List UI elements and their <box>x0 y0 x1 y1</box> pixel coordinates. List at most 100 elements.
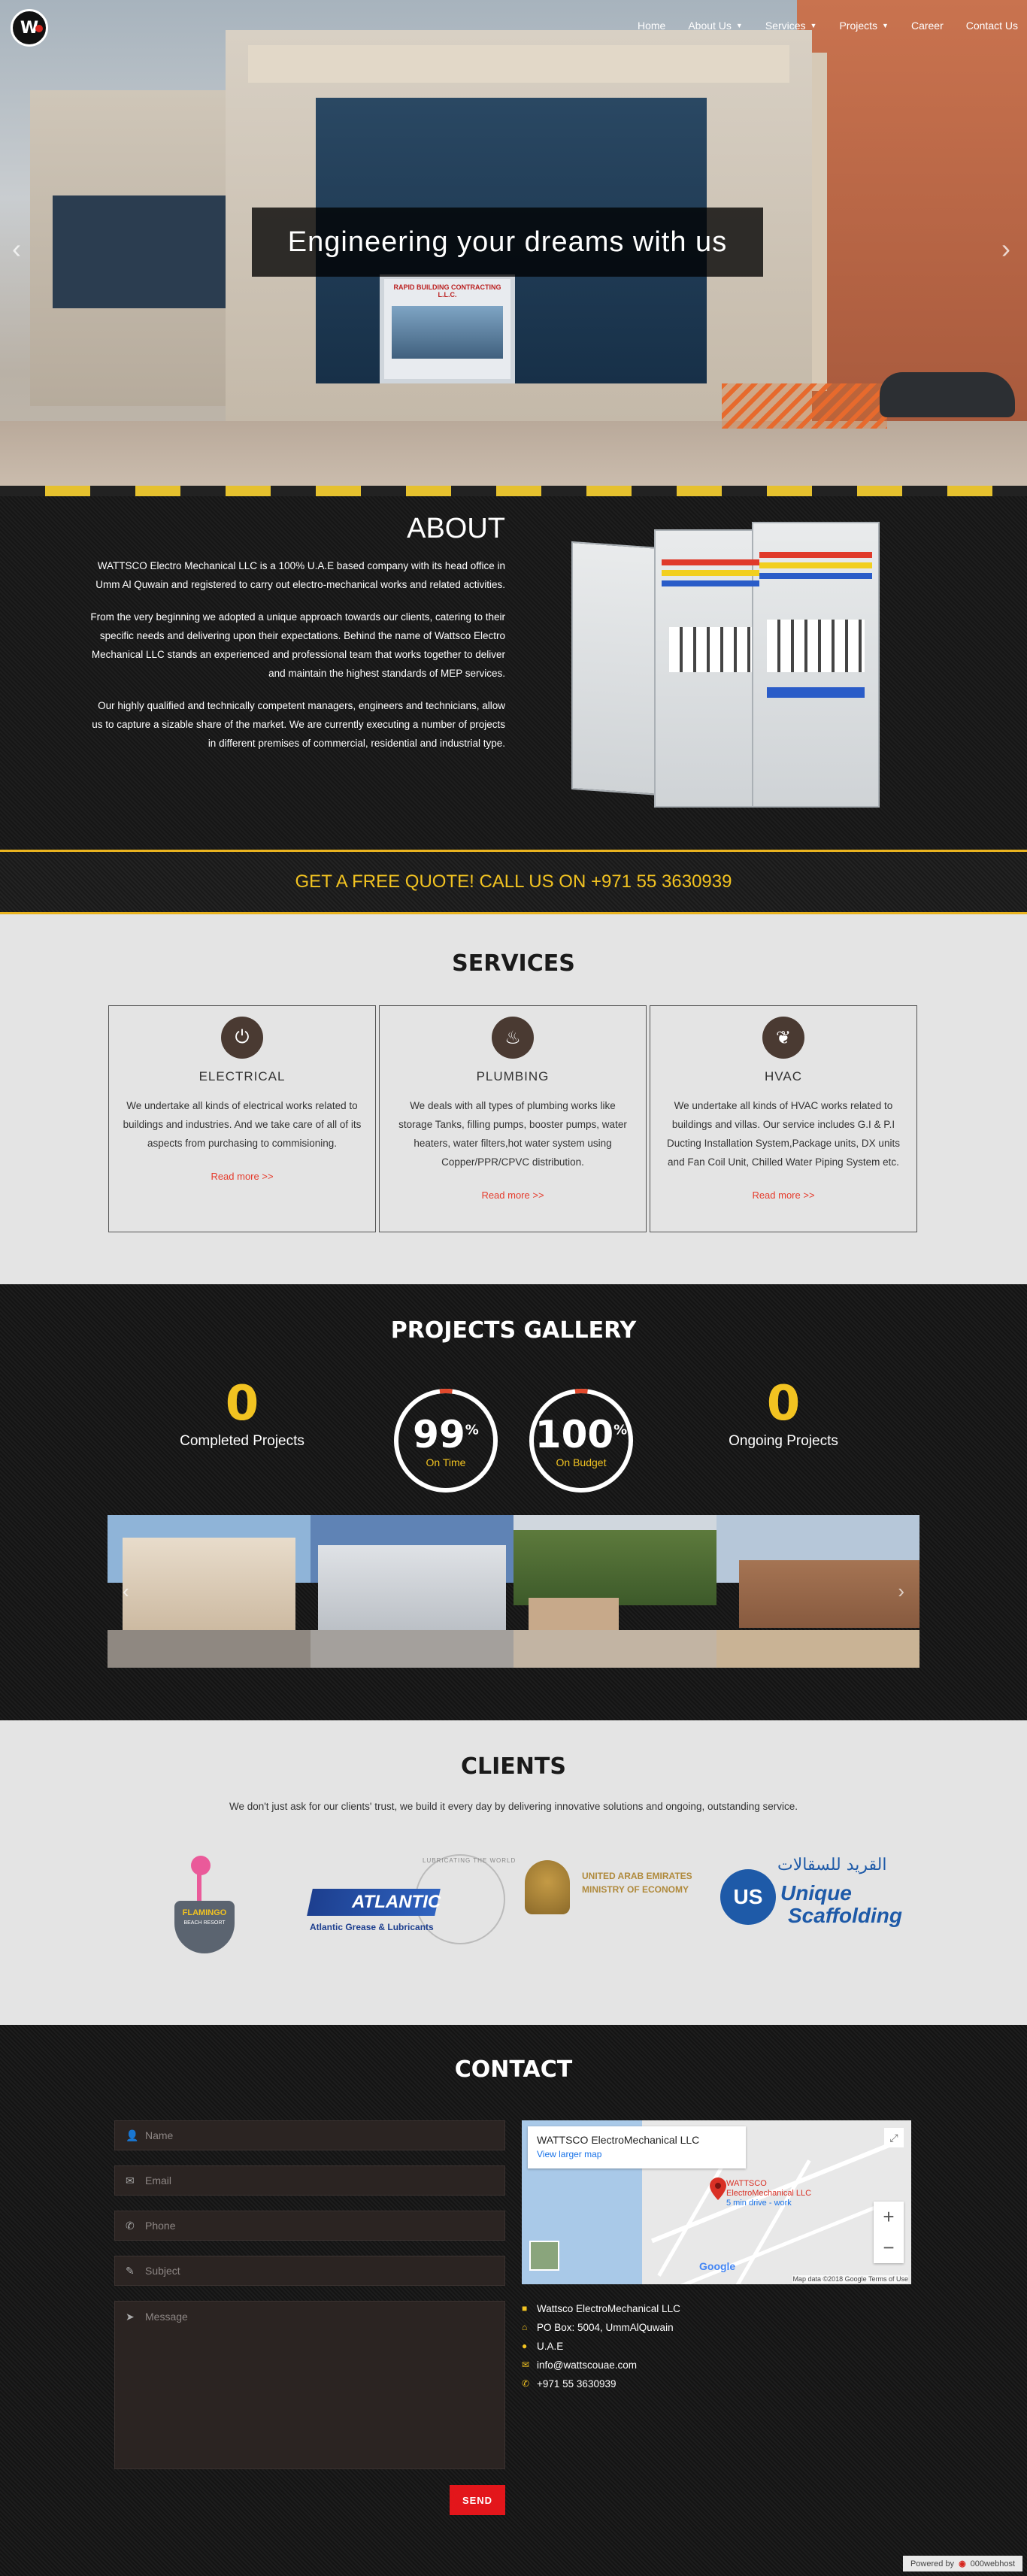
client-logo-text: Unique <box>780 1881 852 1905</box>
map-satellite-thumbnail[interactable] <box>529 2241 559 2271</box>
map-road <box>664 2205 876 2284</box>
unique-emblem: US <box>720 1869 776 1925</box>
panel-wire-yellow <box>759 562 872 568</box>
stat-value: 99% <box>392 1413 499 1456</box>
hero-fence <box>722 383 887 429</box>
contact-info-text: U.A.E <box>537 2341 564 2352</box>
hero-building-sign: RAPID BUILDING CONTRACTING L.L.C. <box>380 274 515 383</box>
stat-label: Ongoing Projects <box>729 1433 838 1449</box>
message-input[interactable] <box>145 2311 504 2461</box>
phone-field: ✆ <box>114 2211 505 2241</box>
pencil-icon: ✎ <box>126 2264 135 2277</box>
contact-info-text[interactable]: info@wattscouae.com <box>537 2356 637 2374</box>
name-input[interactable] <box>145 2129 504 2141</box>
gallery-image[interactable] <box>108 1515 311 1668</box>
contact-info-phone: ✆ +971 55 3630939 <box>522 2374 680 2393</box>
hero-curb <box>0 486 1027 496</box>
map-place-title: WATTSCO ElectroMechanical LLC <box>537 2134 700 2146</box>
powered-by-badge[interactable]: Powered by ◉ 000webhost <box>902 2556 1022 2571</box>
stat-label: Completed Projects <box>180 1433 304 1449</box>
percent-sign: % <box>465 1422 479 1438</box>
panel-wire-blue <box>662 580 759 586</box>
hero-sign-image <box>392 306 503 359</box>
nav-home[interactable]: Home <box>638 20 665 32</box>
google-map[interactable]: WATTSCO ElectroMechanical LLC View large… <box>522 2120 911 2284</box>
quote-banner: GET A FREE QUOTE! CALL US ON +971 55 363… <box>0 852 1027 912</box>
nav-services[interactable]: Services ▼ <box>765 20 817 32</box>
chevron-right-icon[interactable]: › <box>898 1580 904 1603</box>
clients-tagline: We don't just ask for our clients' trust… <box>229 1801 798 1812</box>
flamingo-badge: FLAMINGO BEACH RESORT <box>174 1901 235 1953</box>
view-larger-map-link[interactable]: View larger map <box>537 2149 737 2159</box>
phone-input[interactable] <box>145 2220 504 2232</box>
gallery-building <box>318 1545 506 1635</box>
service-text: We undertake all kinds of electrical wor… <box>123 1100 362 1149</box>
panel-wire-blue <box>759 573 872 579</box>
site-logo[interactable]: W <box>11 9 48 47</box>
gallery-image[interactable] <box>514 1515 716 1668</box>
contact-info-text: Wattsco ElectroMechanical LLC <box>537 2303 680 2314</box>
client-logo-ring-text: LUBRICATING THE WORLD <box>423 1857 517 1864</box>
read-more-link[interactable]: Read more >> <box>121 1171 363 1182</box>
read-more-link[interactable]: Read more >> <box>662 1190 904 1201</box>
service-title: HVAC <box>765 1069 802 1083</box>
hero-sign-text: RAPID BUILDING CONTRACTING L.L.C. <box>393 283 501 299</box>
bathtub-icon: ♨ <box>492 1017 534 1059</box>
panel-breakers <box>669 627 752 672</box>
client-logo-text: FLAMINGO <box>182 1908 227 1917</box>
chevron-right-icon[interactable]: › <box>1001 233 1010 265</box>
gallery-building <box>123 1538 295 1635</box>
stat-label: On Budget <box>556 1456 607 1468</box>
panel-wire-yellow <box>662 570 759 576</box>
service-title: ELECTRICAL <box>198 1069 286 1083</box>
logo-dot <box>35 25 43 32</box>
nav-about-us[interactable]: About Us ▼ <box>688 20 743 32</box>
client-logo-text: ATLANTIC <box>352 1892 441 1912</box>
clients-title: CLIENTS <box>461 1753 566 1780</box>
gallery-building <box>739 1560 919 1628</box>
contact-section: CONTACT 👤 ✉ ✆ ✎ ➤ SEND <box>0 2025 1027 2576</box>
map-pin-label-line: 5 min drive - work <box>726 2199 792 2208</box>
hero-slider: RAPID BUILDING CONTRACTING L.L.C. W Home… <box>0 0 1027 496</box>
gallery-image[interactable] <box>716 1515 919 1668</box>
unique-arabic-text: القريد للسقالات <box>777 1856 887 1874</box>
about-title: ABOUT <box>407 513 505 544</box>
chevron-down-icon: ▼ <box>810 22 817 29</box>
main-nav: Home About Us ▼ Services ▼ Projects ▼ Caree… <box>638 20 1018 32</box>
nav-projects[interactable]: Projects ▼ <box>839 20 889 32</box>
map-pin-label-line: WATTSCO <box>726 2179 767 2188</box>
stat-number: 99 <box>413 1413 465 1456</box>
contact-info-country: ● U.A.E <box>522 2337 680 2356</box>
send-button[interactable]: SEND <box>450 2485 505 2515</box>
nav-career[interactable]: Career <box>911 20 944 32</box>
contact-info-email: ✉ info@wattscouae.com <box>522 2356 680 2374</box>
chevron-left-icon[interactable]: ‹ <box>123 1580 129 1603</box>
electrical-panel-image <box>556 514 902 830</box>
slider-caption: Engineering your dreams with us <box>252 208 763 277</box>
zoom-out-button[interactable]: − <box>874 2232 904 2263</box>
subject-input[interactable] <box>145 2265 504 2277</box>
name-field: 👤 <box>114 2120 505 2150</box>
chevron-left-icon[interactable]: ‹ <box>12 233 21 265</box>
nav-contact-us[interactable]: Contact Us <box>966 20 1018 32</box>
panel-busbar <box>767 687 865 698</box>
powered-by-label: Powered by <box>910 2559 955 2568</box>
envelope-icon: ✉ <box>522 2359 530 2370</box>
percent-sign: % <box>613 1422 628 1438</box>
google-logo: Google <box>699 2260 736 2272</box>
uae-emblem <box>525 1860 570 1914</box>
message-field: ➤ <box>114 2301 505 2469</box>
expand-icon[interactable]: ⤢ <box>884 2128 904 2147</box>
contact-info-company: ■ Wattsco ElectroMechanical LLC <box>522 2299 680 2318</box>
email-input[interactable] <box>145 2174 504 2187</box>
read-more-link[interactable]: Read more >> <box>392 1190 634 1201</box>
map-place-card: WATTSCO ElectroMechanical LLC View large… <box>528 2126 746 2168</box>
service-card-hvac: ❦ HVAC We undertake all kinds of HVAC wo… <box>650 1005 917 1232</box>
zoom-in-button[interactable]: + <box>874 2202 904 2232</box>
stat-completed: 0 Completed Projects <box>167 1376 317 1450</box>
client-logo-text: UNITED ARAB EMIRATES <box>582 1871 692 1881</box>
project-gallery: ‹ › <box>108 1515 919 1668</box>
map-pin-label: WATTSCO ElectroMechanical LLC 5 min driv… <box>726 2179 811 2208</box>
gallery-image[interactable] <box>311 1515 514 1668</box>
phone-icon: ✆ <box>126 2219 135 2232</box>
